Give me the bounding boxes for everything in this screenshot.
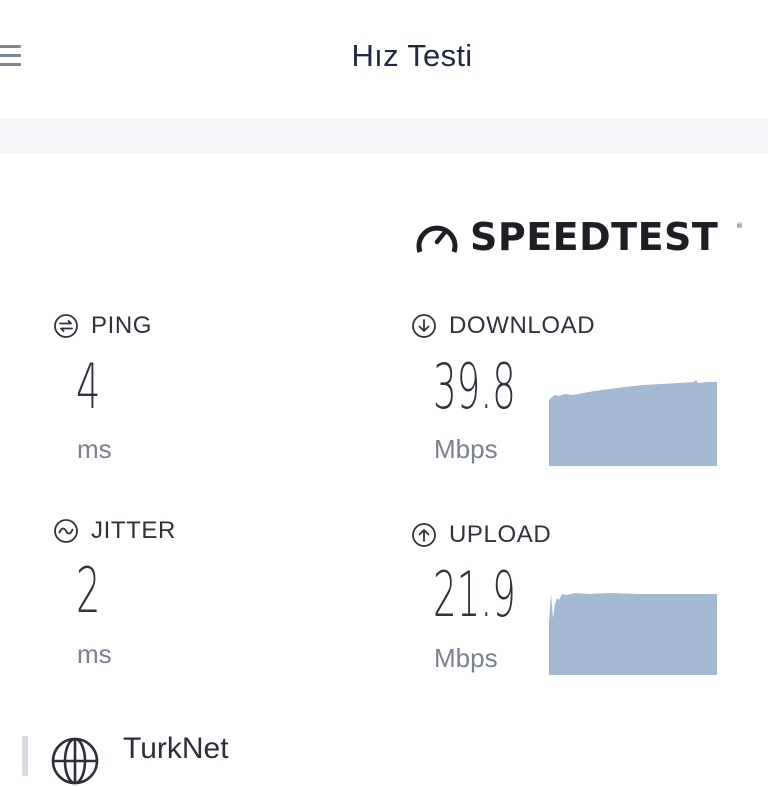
download-value: 39.8	[433, 350, 516, 423]
jitter-label: JITTER	[53, 517, 176, 545]
upload-unit: Mbps	[434, 643, 498, 673]
ping-label: PING	[53, 312, 152, 340]
page-title: Hız Testi	[351, 38, 473, 73]
upload-arrow-icon	[412, 523, 436, 547]
top-app-bar: Hız Testi	[0, 0, 768, 118]
globe-icon	[51, 737, 99, 785]
download-graph-area	[549, 380, 717, 466]
ping-label-text: PING	[91, 312, 153, 339]
download-label: DOWNLOAD	[411, 312, 595, 340]
header-divider-band	[0, 118, 768, 154]
speedtest-logo: SPEEDTEST	[414, 214, 718, 260]
upload-label-text: UPLOAD	[449, 521, 552, 548]
download-speed-graph	[549, 380, 717, 466]
ping-icon	[54, 314, 78, 338]
brand-name: SPEEDTEST	[470, 215, 719, 259]
isp-row[interactable]: TurkNet	[0, 722, 768, 785]
isp-name: TurkNet	[123, 732, 229, 765]
jitter-unit: ms	[77, 639, 112, 669]
download-unit: Mbps	[434, 434, 498, 464]
jitter-label-text: JITTER	[91, 517, 176, 544]
upload-speed-graph	[549, 593, 717, 675]
upload-value: 21.9	[433, 558, 516, 631]
registered-mark: ®	[736, 222, 743, 230]
download-arrow-icon	[412, 314, 436, 338]
ping-value: 4	[76, 350, 101, 423]
isp-indicator-bar	[22, 736, 28, 776]
speedometer-icon	[416, 225, 458, 253]
jitter-icon	[54, 519, 78, 543]
upload-graph-area	[549, 593, 717, 675]
upload-label: UPLOAD	[411, 521, 551, 549]
jitter-value: 2	[76, 554, 101, 627]
ping-unit: ms	[77, 434, 112, 464]
download-label-text: DOWNLOAD	[449, 312, 596, 339]
